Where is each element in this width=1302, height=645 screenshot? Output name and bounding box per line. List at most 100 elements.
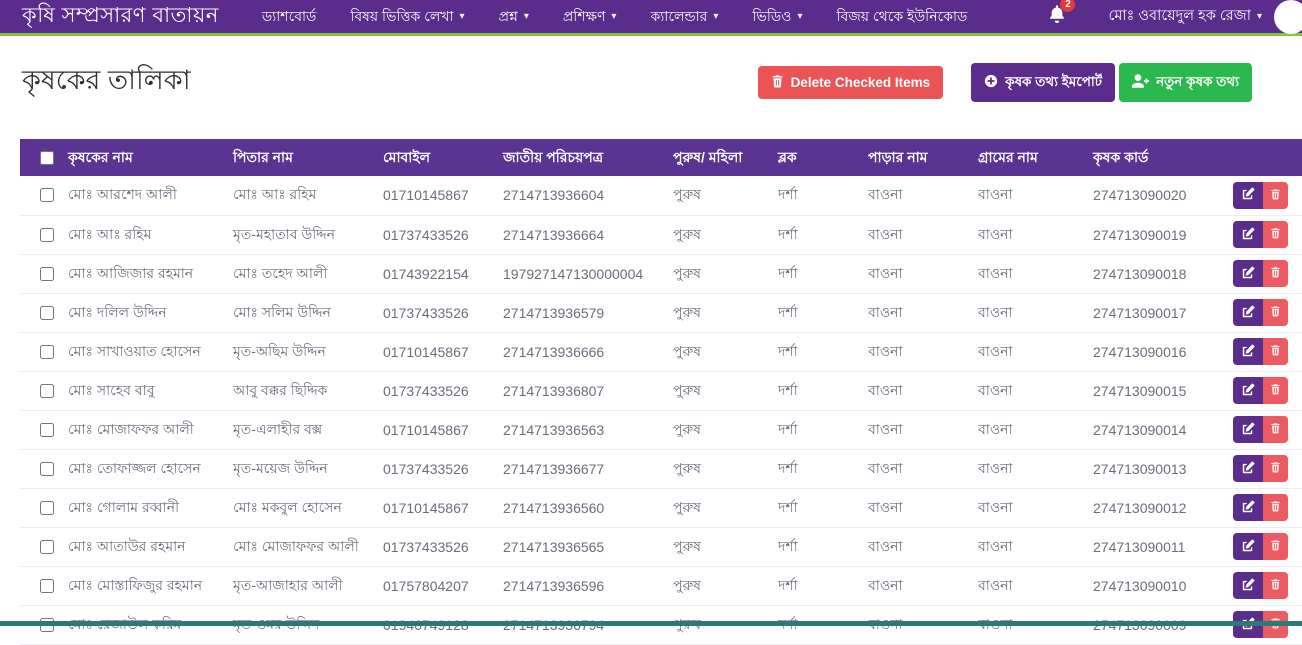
father-name-cell: মৃত-এলাহীর বক্স bbox=[225, 410, 375, 449]
edit-button[interactable] bbox=[1233, 221, 1263, 248]
village-name-cell: বাওনা bbox=[970, 176, 1085, 215]
edit-button[interactable] bbox=[1233, 416, 1263, 443]
nav-item-label: বিষয় ভিত্তিক লেখা bbox=[350, 5, 453, 29]
button-label: Delete Checked Items bbox=[791, 75, 931, 90]
delete-button[interactable] bbox=[1263, 533, 1288, 560]
column-header-card: কৃষক কার্ড bbox=[1085, 139, 1225, 176]
row-actions bbox=[1233, 416, 1294, 443]
row-checkbox[interactable] bbox=[40, 306, 54, 320]
row-checkbox[interactable] bbox=[40, 345, 54, 359]
edit-button[interactable] bbox=[1233, 533, 1263, 560]
edit-button[interactable] bbox=[1233, 182, 1263, 209]
nav-item-label: বিজয় থেকে ইউনিকোড bbox=[836, 5, 967, 29]
farmer-name-cell: মোঃ আরশেদ আলী bbox=[60, 176, 225, 215]
column-header-block: ব্লক bbox=[770, 139, 860, 176]
edit-pencil-icon bbox=[1242, 461, 1255, 477]
main-nav: ড্যাশবোর্ড বিষয় ভিত্তিক লেখা ▾ প্রশ্ন ▾… bbox=[245, 5, 1049, 29]
nav-item-label: প্রশিক্ষণ bbox=[563, 5, 606, 29]
nav-item-questions[interactable]: প্রশ্ন ▾ bbox=[482, 5, 546, 29]
row-checkbox[interactable] bbox=[40, 501, 54, 515]
nid-cell: 2714713936677 bbox=[495, 449, 665, 488]
delete-button[interactable] bbox=[1263, 494, 1288, 521]
delete-button[interactable] bbox=[1263, 299, 1288, 326]
plus-circle-icon bbox=[984, 74, 998, 91]
footer-bar bbox=[0, 621, 1302, 626]
delete-button[interactable] bbox=[1263, 260, 1288, 287]
nid-cell: 2714713936560 bbox=[495, 488, 665, 527]
nid-cell: 2714713936596 bbox=[495, 566, 665, 605]
nav-item-bijoy-to-unicode[interactable]: বিজয় থেকে ইউনিকোড bbox=[819, 5, 984, 29]
row-checkbox[interactable] bbox=[40, 540, 54, 554]
farmer-name-cell: মোঃ মোস্তাফিজুর রহমান bbox=[60, 566, 225, 605]
table-row: মোঃ তোফাজ্জল হোসেন মৃত-ময়েজ উদ্দিন 0173… bbox=[20, 449, 1302, 488]
row-checkbox[interactable] bbox=[40, 267, 54, 281]
father-name-cell: মোঃ মোজাফফর আলী bbox=[225, 527, 375, 566]
new-farmer-data-button[interactable]: নতুন কৃষক তথ্য bbox=[1119, 63, 1252, 102]
farmer-table-head: কৃষকের নাম পিতার নাম মোবাইল জাতীয় পরিচয… bbox=[20, 139, 1302, 176]
delete-button[interactable] bbox=[1263, 338, 1288, 365]
nav-item-calendar[interactable]: ক্যালেন্ডার ▾ bbox=[633, 5, 735, 29]
delete-button[interactable] bbox=[1263, 572, 1288, 599]
trash-icon bbox=[1270, 383, 1281, 398]
row-checkbox[interactable] bbox=[40, 188, 54, 202]
village-name-cell: বাওনা bbox=[970, 449, 1085, 488]
navbar-right: 2 মোঃ ওবায়েদুল হক রেজা ▾ bbox=[1048, 0, 1292, 34]
edit-button[interactable] bbox=[1233, 494, 1263, 521]
village-name-cell: বাওনা bbox=[970, 215, 1085, 254]
row-checkbox[interactable] bbox=[40, 423, 54, 437]
delete-button[interactable] bbox=[1263, 221, 1288, 248]
block-cell: দর্শা bbox=[770, 449, 860, 488]
mobile-cell: 01710145867 bbox=[375, 410, 495, 449]
row-checkbox[interactable] bbox=[40, 462, 54, 476]
edit-button[interactable] bbox=[1233, 572, 1263, 599]
edit-button[interactable] bbox=[1233, 338, 1263, 365]
para-name-cell: বাওনা bbox=[860, 332, 970, 371]
trash-icon bbox=[1270, 188, 1281, 203]
trash-icon bbox=[1270, 266, 1281, 281]
delete-button[interactable] bbox=[1263, 182, 1288, 209]
row-checkbox[interactable] bbox=[40, 228, 54, 242]
gender-cell: পুরুষ bbox=[665, 410, 770, 449]
mobile-cell: 01737433526 bbox=[375, 293, 495, 332]
gender-cell: পুরুষ bbox=[665, 215, 770, 254]
delete-checked-items-button[interactable]: Delete Checked Items bbox=[758, 66, 944, 99]
father-name-cell: মৃত-ময়েজ উদ্দিন bbox=[225, 449, 375, 488]
farmer-name-cell: মোঃ আজিজার রহমান bbox=[60, 254, 225, 293]
nav-item-video[interactable]: ভিডিও ▾ bbox=[735, 5, 819, 29]
nid-cell: 2714713936666 bbox=[495, 332, 665, 371]
edit-button[interactable] bbox=[1233, 377, 1263, 404]
para-name-cell: বাওনা bbox=[860, 176, 970, 215]
nav-item-topic-articles[interactable]: বিষয় ভিত্তিক লেখা ▾ bbox=[333, 5, 481, 29]
nav-item-dashboard[interactable]: ড্যাশবোর্ড bbox=[245, 5, 334, 29]
nav-item-training[interactable]: প্রশিক্ষণ ▾ bbox=[546, 5, 634, 29]
bell-icon bbox=[1048, 10, 1066, 27]
father-name-cell: মোঃ আঃ রহিম bbox=[225, 176, 375, 215]
notifications-button[interactable]: 2 bbox=[1048, 5, 1066, 28]
brand-logo[interactable]: কৃষি সম্প্রসারণ বাতায়ন bbox=[22, 0, 219, 34]
delete-button[interactable] bbox=[1263, 416, 1288, 443]
edit-button[interactable] bbox=[1233, 260, 1263, 287]
para-name-cell: বাওনা bbox=[860, 449, 970, 488]
village-name-cell: বাওনা bbox=[970, 527, 1085, 566]
edit-button[interactable] bbox=[1233, 455, 1263, 482]
import-farmer-data-button[interactable]: কৃষক তথ্য ইমপোর্ট bbox=[971, 63, 1115, 102]
block-cell: দর্শা bbox=[770, 410, 860, 449]
farmer-card-cell: 274713090016 bbox=[1085, 332, 1225, 371]
delete-button[interactable] bbox=[1263, 455, 1288, 482]
chevron-down-icon: ▾ bbox=[611, 11, 616, 22]
edit-button[interactable] bbox=[1233, 299, 1263, 326]
trash-icon bbox=[1270, 305, 1281, 320]
gender-cell: পুরুষ bbox=[665, 254, 770, 293]
row-actions bbox=[1233, 260, 1294, 287]
edit-pencil-icon bbox=[1242, 344, 1255, 360]
para-name-cell: বাওনা bbox=[860, 566, 970, 605]
table-row: মোঃ গোলাম রব্বানী মোঃ মকবুল হোসেন 017101… bbox=[20, 488, 1302, 527]
block-cell: দর্শা bbox=[770, 176, 860, 215]
user-menu[interactable]: মোঃ ওবায়েদুল হক রেজা ▾ bbox=[1108, 0, 1292, 34]
row-checkbox[interactable] bbox=[40, 384, 54, 398]
button-label: নতুন কৃষক তথ্য bbox=[1156, 71, 1239, 94]
select-all-checkbox[interactable] bbox=[40, 151, 54, 165]
mobile-cell: 01737433526 bbox=[375, 371, 495, 410]
delete-button[interactable] bbox=[1263, 377, 1288, 404]
row-checkbox[interactable] bbox=[40, 579, 54, 593]
